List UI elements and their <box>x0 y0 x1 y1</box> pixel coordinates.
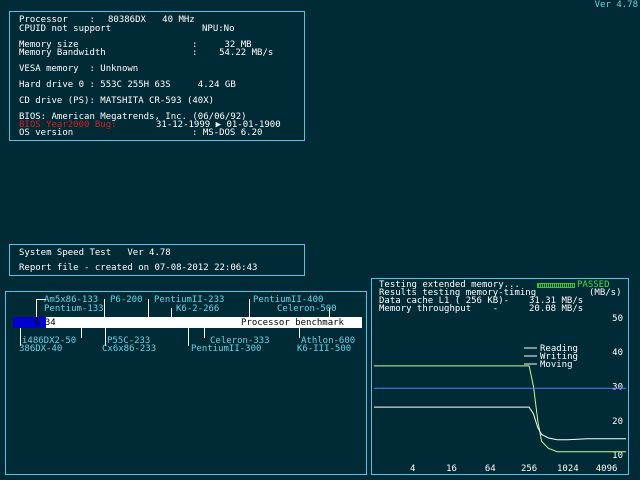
processor-value: 80386DX 40 MHz <box>108 15 195 25</box>
ref-k6-2-266: K6-2-266 <box>176 304 220 314</box>
version-label: Ver 4.78 <box>594 0 638 10</box>
y-tick-20: 20 <box>612 417 623 427</box>
ref-pentiumii-300: PentiumII-300 <box>191 344 262 354</box>
system-info-panel: Processor : 80386DX 40 MHz CPUID not sup… <box>9 11 305 141</box>
benchmark-score: 9.34 <box>34 318 56 328</box>
vesa-memory: VESA memory : Unknown <box>19 64 139 74</box>
speed-test-title: System Speed Test Ver 4.78 <box>19 248 171 258</box>
x-tick-4: 4 <box>410 464 415 474</box>
legend-moving: Moving <box>540 360 573 370</box>
memory-bandwidth-label: Memory Bandwidth <box>19 48 106 58</box>
ref-cx6x86-233: Cx6x86-233 <box>102 344 157 354</box>
ref-386dx-40: 386DX-40 <box>19 344 63 354</box>
ref-k6-iii-500: K6-III-500 <box>297 344 352 354</box>
x-tick-256: 256 <box>521 464 537 474</box>
memory-bandwidth-value: : 54.22 MB/s <box>192 48 274 58</box>
speed-test-panel: System Speed Test Ver 4.78 Report file -… <box>9 244 305 276</box>
benchmark-bar: 9.34 Processor benchmark <box>13 317 362 328</box>
cpuid-text: CPUID not support <box>19 24 112 34</box>
ref-p6-200: P6-200 <box>110 295 143 305</box>
os-value: : MS-DOS 6.20 <box>192 128 263 138</box>
report-file: Report file - created on 07-08-2012 22:0… <box>19 263 258 273</box>
memory-timing-chart: 50403020104 16 64 256 1024 4096ReadingWriting… <box>374 314 626 474</box>
hard-drive: Hard drive 0 : 553C 255H 63S 4.24 GB <box>19 80 236 90</box>
cd-drive: CD drive (PS): MATSHITA CR-593 (40X) <box>19 96 215 106</box>
y-tick-30: 30 <box>612 383 623 393</box>
npu-text: NPU:No <box>202 24 235 34</box>
memory-test-panel: Testing extended memory... PASSED Result… <box>371 278 629 475</box>
ref-pentium-133: Pentium-133 <box>44 304 104 314</box>
os-label: OS version <box>19 128 74 138</box>
x-tick-64: 64 <box>485 464 496 474</box>
benchmark-label: Processor benchmark <box>241 318 344 328</box>
ref-celeron-500: Celeron-500 <box>277 304 337 314</box>
x-tick-4096: 4096 <box>596 464 618 474</box>
y-tick-40: 40 <box>612 348 623 358</box>
x-tick-1024: 1024 <box>557 464 579 474</box>
y-tick-10: 10 <box>612 451 623 461</box>
x-tick-16: 16 <box>446 464 457 474</box>
y-tick-50: 50 <box>612 314 623 324</box>
series-line-moving <box>374 406 626 441</box>
benchmark-panel: Am5x86-133 P6-200 PentiumII-233 PentiumI… <box>5 291 367 475</box>
